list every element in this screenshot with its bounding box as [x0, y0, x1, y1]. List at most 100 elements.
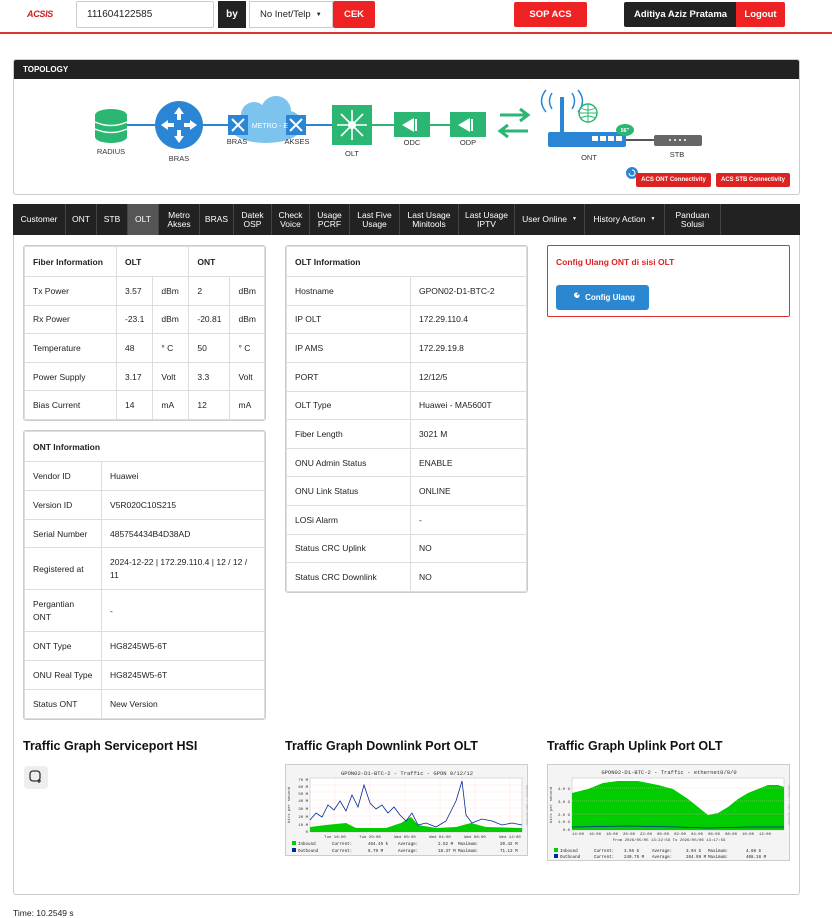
- table-cell: -20.81: [188, 304, 231, 335]
- table-cell: 14: [115, 390, 154, 420]
- chevron-down-icon: ▼: [315, 11, 322, 18]
- logout-button[interactable]: Logout: [736, 2, 785, 27]
- table-cell: 3.57: [115, 276, 154, 306]
- tab-bras[interactable]: BRAS: [200, 204, 234, 235]
- table-row: Registered at 2024-12-22 | 172.29.110.4 |…: [24, 547, 265, 591]
- olt-info-title: OLT Information: [286, 246, 527, 277]
- tab-last-usage-iptv[interactable]: Last Usage IPTV: [459, 204, 515, 235]
- tab-olt[interactable]: OLT: [128, 204, 159, 235]
- table-row: Hostname GPON02-D1-BTC-2: [286, 276, 527, 306]
- table-row: Status CRC Uplink NO: [286, 533, 527, 564]
- legend-inbound: Inbound: [560, 849, 578, 854]
- tab-last-usage-minitools[interactable]: Last Usage Minitools: [400, 204, 459, 235]
- tab-check-voice[interactable]: Check Voice: [272, 204, 310, 235]
- tab-metro-akses[interactable]: Metro Akses: [159, 204, 200, 235]
- legend-value: 408.16 M: [746, 856, 767, 860]
- table-cell: LOSi Alarm: [286, 505, 411, 535]
- y-tick: 70 M: [298, 779, 308, 783]
- legend-value: 71.13 M: [500, 850, 518, 854]
- metro-cloud-icon: [228, 96, 306, 143]
- add-graph-button[interactable]: [24, 766, 48, 789]
- table-cell: NO: [410, 562, 527, 592]
- table-cell: Huawei: [101, 461, 265, 491]
- legend-value: 264.99 M: [686, 856, 707, 860]
- y-tick: 3.0 G: [558, 801, 571, 805]
- config-ulang-button[interactable]: Config Ulang: [556, 285, 649, 310]
- app-logo[interactable]: ACSIS: [27, 9, 53, 19]
- tab-ont[interactable]: ONT: [66, 204, 97, 235]
- x-tick: 18:00: [606, 833, 619, 837]
- add-graph-icon: [29, 769, 43, 786]
- table-cell: 48: [115, 333, 154, 363]
- akses-label: AKSES: [284, 137, 310, 146]
- legend-label: Current:: [594, 856, 614, 860]
- tab-datek-osp[interactable]: Datek OSP: [234, 204, 272, 235]
- table-cell: Power Supply: [24, 361, 117, 392]
- x-tick: 20:00: [623, 833, 636, 837]
- user-name[interactable]: Aditiya Aziz Pratama: [624, 2, 737, 27]
- ont-info-card: ONT Information Vendor ID Huawei Version …: [23, 430, 266, 720]
- legend-value: 20.42 M: [500, 843, 518, 847]
- y-tick: 0: [306, 831, 309, 835]
- fiber-header: Fiber Information: [24, 246, 117, 277]
- legend-label: Average:: [652, 856, 672, 860]
- y-tick: 1.0 G: [558, 821, 571, 825]
- legend-inbound: Inbound: [298, 842, 316, 847]
- config-ulang-card: Config Ulang ONT di sisi OLT Config Ulan…: [547, 245, 790, 317]
- search-input[interactable]: [76, 1, 214, 28]
- table-row: Pergantian ONT -: [24, 589, 265, 633]
- olt-info-table: OLT Information Hostname GPON02-D1-BTC-2 …: [286, 246, 527, 592]
- x-tick: 02:00: [674, 833, 687, 837]
- sop-acs-button[interactable]: SOP ACS: [514, 2, 587, 27]
- table-cell: ONU Link Status: [286, 476, 411, 506]
- x-tick: 04:00: [691, 833, 704, 837]
- radius-label: RADIUS: [96, 147, 126, 156]
- ont-label: ONT: [581, 153, 597, 162]
- table-row: Fiber Length 3021 M: [286, 419, 527, 449]
- downlink-traffic-graph: GPON02-D1-BTC-2 - Traffic - GPON 0/12/12…: [285, 764, 529, 856]
- downlink-caption: GPON02-D1-BTC-2 - Traffic - GPON 0/12/12: [341, 770, 473, 777]
- ont-header: ONT: [188, 246, 265, 277]
- stb-label: STB: [669, 150, 685, 159]
- hsi-graph-title: Traffic Graph Serviceport HSI: [23, 739, 198, 753]
- table-cell: ° C: [152, 333, 190, 363]
- acs-stb-connectivity-button[interactable]: ACS STB Connectivity: [716, 173, 790, 187]
- table-cell: 172.29.110.4: [410, 304, 527, 335]
- downlink-graph-title: Traffic Graph Downlink Port OLT: [285, 739, 478, 753]
- tab-last-five-usage[interactable]: Last Five Usage: [350, 204, 400, 235]
- olt-header: OLT: [115, 246, 190, 277]
- legend-label: Average:: [398, 843, 418, 847]
- topology-panel: TOPOLOGY 56" METRO - E RADIUS BRAS BRAS …: [13, 59, 800, 195]
- search-type-value: No Inet/Telp: [260, 9, 311, 20]
- x-tick: 12:00: [759, 833, 772, 837]
- search-type-select[interactable]: No Inet/Telp ▼: [249, 1, 333, 28]
- table-row: Power Supply 3.17 Volt 3.3 Volt: [24, 361, 265, 392]
- odc-icon: [394, 112, 430, 137]
- table-cell: dBm: [229, 276, 265, 306]
- table-cell: Volt: [229, 361, 265, 392]
- legend-value: 18.37 M: [438, 850, 456, 854]
- uplink-graph-title: Traffic Graph Uplink Port OLT: [547, 739, 723, 753]
- table-row: ONU Link Status ONLINE: [286, 476, 527, 506]
- x-tick: 16:00: [589, 833, 602, 837]
- x-tick: Tue 20:00: [359, 836, 381, 840]
- top-header: ACSIS by No Inet/Telp ▼ CEK SOP ACS Adit…: [0, 0, 832, 34]
- tab-user-online[interactable]: User Online ▼: [515, 204, 585, 235]
- table-cell: Version ID: [24, 489, 102, 520]
- table-cell: dBm: [152, 304, 190, 335]
- table-row: Rx Power -23.1 dBm -20.81 dBm: [24, 304, 265, 335]
- x-tick: Wed 08:00: [464, 835, 486, 840]
- tab-customer[interactable]: Customer: [13, 204, 66, 235]
- ont-badge: 56": [621, 128, 630, 134]
- tab-history-action[interactable]: History Action ▼: [585, 204, 665, 235]
- tab-panduan-solusi[interactable]: Panduan Solusi: [665, 204, 721, 235]
- table-cell: 2: [188, 276, 231, 306]
- ont-device-icon: [540, 89, 634, 147]
- tab-stb[interactable]: STB: [97, 204, 128, 235]
- acs-ont-connectivity-button[interactable]: ACS ONT Connectivity: [636, 173, 711, 187]
- table-cell: HG8245W5-6T: [101, 631, 265, 662]
- tab-usage-pcrf[interactable]: Usage PCRF: [310, 204, 350, 235]
- cek-button[interactable]: CEK: [333, 1, 375, 28]
- bidirectional-arrow-icon: [497, 107, 531, 139]
- table-cell: Status CRC Downlink: [286, 562, 411, 592]
